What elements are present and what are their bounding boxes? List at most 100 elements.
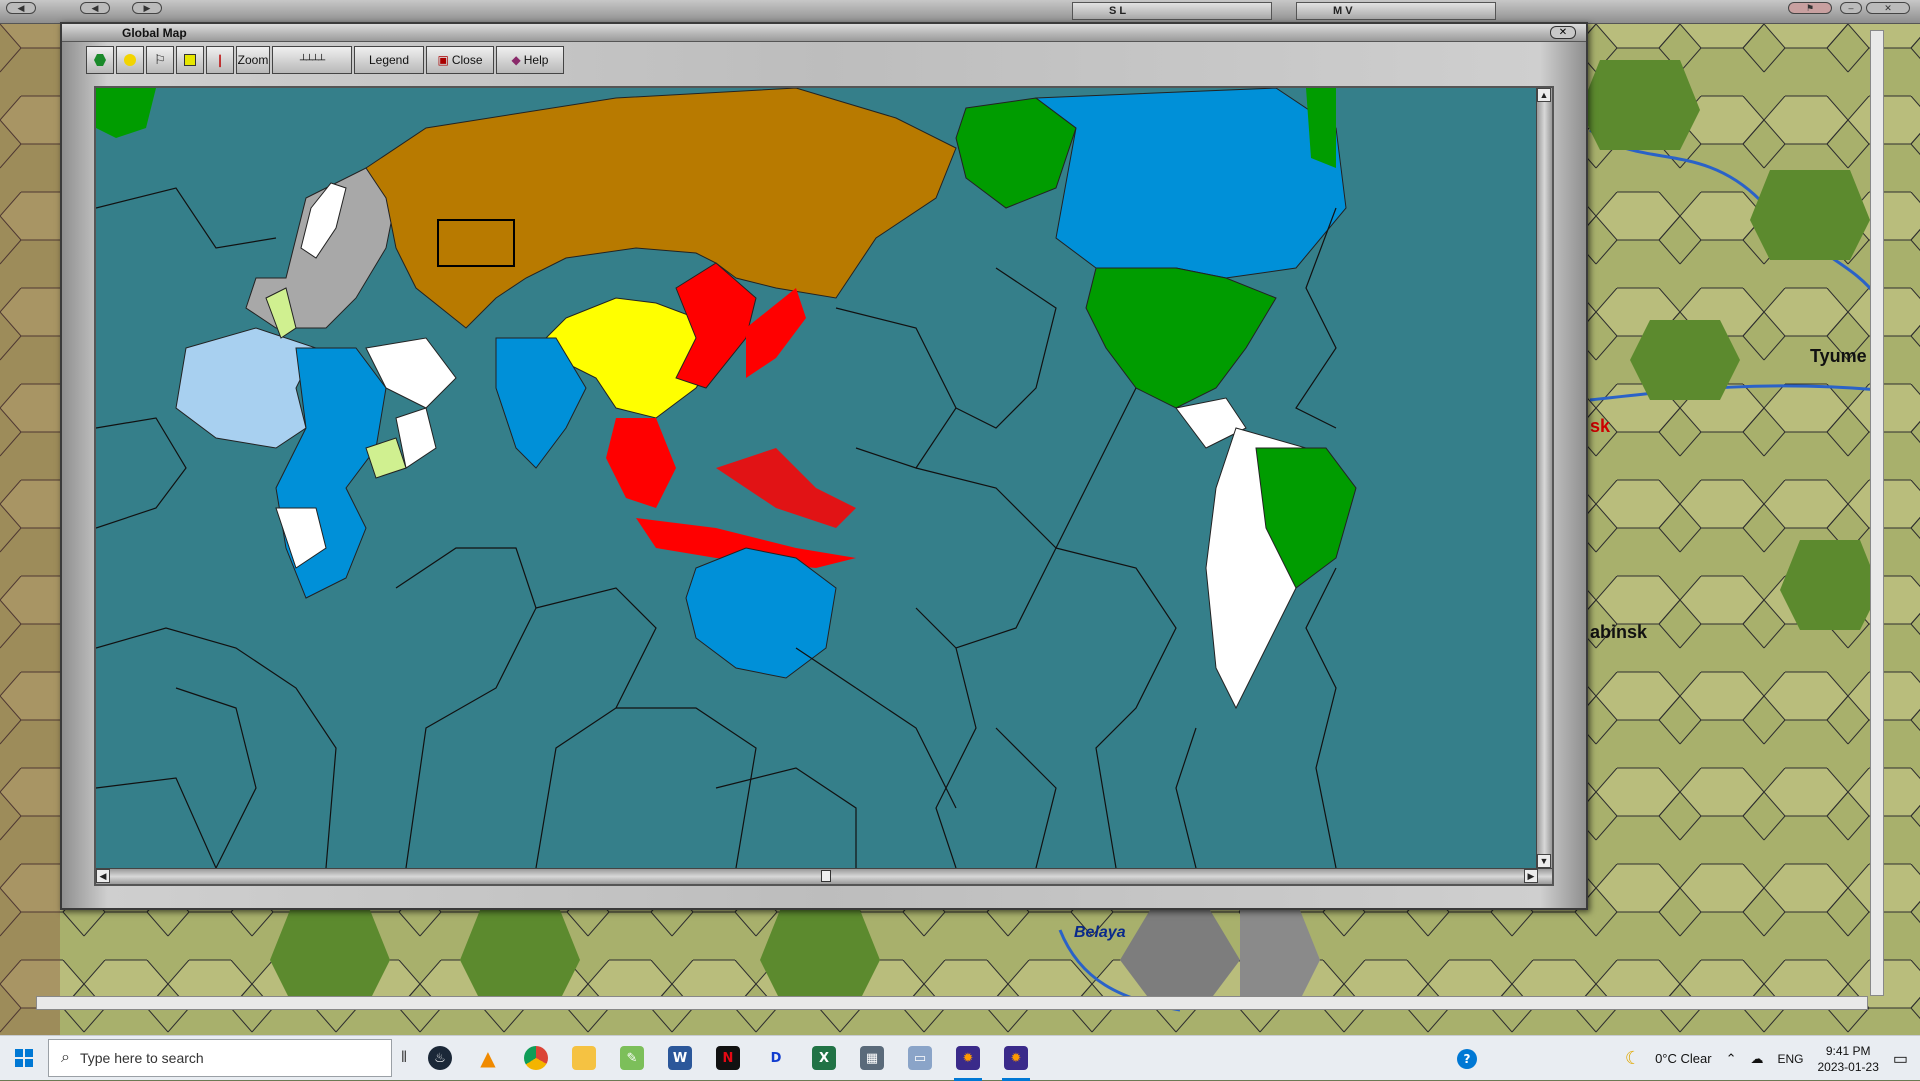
world-map[interactable]: [96, 88, 1536, 868]
window-title: Global Map: [62, 24, 1586, 42]
close-button[interactable]: ▣ Close: [426, 46, 494, 74]
main-vertical-scrollbar[interactable]: [1870, 30, 1884, 996]
system-tray: ? ☾ 0°C Clear ⌃ ☁ ENG 9:41 PM 2023-01-23…: [1456, 1036, 1920, 1081]
unit-counter-icon: [184, 54, 196, 66]
game-flame-icon-2: ✹: [1004, 1046, 1028, 1070]
toolbar-hex-button[interactable]: [86, 46, 114, 74]
taskbar-app-chrome[interactable]: [512, 1036, 560, 1081]
taskbar-app-netflix[interactable]: N: [704, 1036, 752, 1081]
taskbar-search-box[interactable]: ⌕ Type here to search: [48, 1039, 392, 1077]
window-close-icon[interactable]: ✕: [1550, 26, 1576, 39]
moon-weather-icon: ☾: [1624, 1048, 1642, 1068]
strip-knob-left-3[interactable]: ▶: [132, 2, 162, 14]
hexagon-icon: [94, 54, 106, 66]
region-ussr: [365, 88, 957, 329]
map-horizontal-scrollbar[interactable]: ◀ ▶: [96, 868, 1552, 884]
clock[interactable]: 9:41 PM 2023-01-23: [1817, 1043, 1878, 1075]
taskbar-app-steam[interactable]: ♨: [416, 1036, 464, 1081]
scroll-up-icon[interactable]: ▲: [1537, 88, 1551, 102]
strip-knob-left-2[interactable]: ◀: [80, 2, 110, 14]
minimize-icon[interactable]: –: [1840, 2, 1862, 14]
ruler-icon: ┴┴┴┴: [299, 54, 325, 66]
clock-date: 2023-01-23: [1817, 1059, 1879, 1074]
map-vertical-scrollbar[interactable]: ▲ ▼: [1536, 88, 1552, 868]
clock-time: 9:41 PM: [1825, 1043, 1871, 1058]
taskbar-app-game-editor[interactable]: ▭: [896, 1036, 944, 1081]
chrome-icon: [524, 1046, 548, 1070]
region-japan-pacific: [716, 448, 856, 528]
strip-knob-left[interactable]: ◀: [6, 2, 36, 14]
toolbar-supply-button[interactable]: ❘: [206, 46, 234, 74]
top-chrome-strip: ◀ ◀ ▶ S L M V ⚑ – ✕: [0, 0, 1920, 24]
taskbar-app-excel[interactable]: X: [800, 1036, 848, 1081]
help-label: Help: [523, 53, 549, 67]
taskbar-app-word[interactable]: W: [656, 1036, 704, 1081]
zoom-label: Zoom: [237, 53, 269, 67]
thermometer-icon: ❘: [214, 53, 226, 67]
notifications-icon[interactable]: ▭: [1893, 1049, 1908, 1069]
global-map-window: Global Map ✕ ⚐ ❘ Zoom ┴┴┴┴ Legend ▣ Clos…: [60, 22, 1588, 910]
help-tips-icon[interactable]: ?: [1456, 1048, 1477, 1069]
taskbar-app-vlc[interactable]: ▲: [464, 1036, 512, 1081]
scroll-left-icon[interactable]: ◀: [96, 869, 110, 883]
help-book-icon: ◆: [511, 53, 521, 67]
weather-text[interactable]: 0°C Clear: [1655, 1051, 1712, 1066]
scroll-down-icon[interactable]: ▼: [1537, 854, 1551, 868]
panel-sl-label: S L: [1109, 5, 1127, 17]
folder-icon: [572, 1046, 596, 1070]
flag-icon[interactable]: ⚑: [1788, 2, 1832, 14]
city-label: abinsk: [1590, 622, 1648, 642]
excel-icon: X: [812, 1046, 836, 1070]
editor-window-icon: ▭: [908, 1046, 932, 1070]
notepad-icon: ✎: [620, 1046, 644, 1070]
flag-outline-icon: ⚐: [154, 52, 166, 67]
panel-sl[interactable]: S L: [1072, 2, 1272, 20]
steam-icon: ♨: [428, 1046, 452, 1070]
taskbar-app-disney[interactable]: D: [752, 1036, 800, 1081]
map-toolbar: ⚐ ❘ Zoom ┴┴┴┴ Legend ▣ Close ◆ Help: [86, 46, 564, 76]
city-label: Tyume: [1810, 346, 1867, 366]
toolbar-weather-button[interactable]: [116, 46, 144, 74]
region-canada: [1034, 88, 1347, 279]
network-icon[interactable]: ☁: [1750, 1051, 1763, 1067]
netflix-icon: N: [716, 1046, 740, 1070]
panel-mv-label: M V: [1333, 5, 1353, 17]
calculator-icon: ▦: [860, 1046, 884, 1070]
taskbar-app-file-explorer[interactable]: [560, 1036, 608, 1081]
toolbar-unit-button[interactable]: [176, 46, 204, 74]
game-flame-icon: ✹: [956, 1046, 980, 1070]
city-label: sk: [1590, 416, 1611, 436]
help-button[interactable]: ◆ Help: [496, 46, 564, 74]
region-japan-indochina: [606, 418, 676, 508]
legend-label: Legend: [368, 53, 410, 67]
search-icon: ⌕: [61, 1049, 70, 1066]
close-door-icon: ▣: [437, 53, 449, 67]
windows-taskbar: ⌕ Type here to search ‖ ♨ ▲ ✎ W N D X ▦ …: [0, 1035, 1920, 1081]
zoom-button[interactable]: Zoom: [236, 46, 270, 74]
region-africa-french: [175, 327, 317, 449]
scroll-thumb[interactable]: [821, 870, 831, 882]
taskbar-app-notepad[interactable]: ✎: [608, 1036, 656, 1081]
search-placeholder: Type here to search: [79, 1050, 204, 1066]
word-icon: W: [668, 1046, 692, 1070]
ruler-button[interactable]: ┴┴┴┴: [272, 46, 352, 74]
task-view-button[interactable]: ‖: [392, 1036, 416, 1081]
task-view-icon: ‖: [400, 1049, 408, 1066]
language-indicator[interactable]: ENG: [1777, 1052, 1803, 1066]
windows-logo-icon: [15, 1049, 33, 1067]
global-map-panel[interactable]: ▲ ▼ ◀ ▶: [94, 86, 1554, 886]
legend-button[interactable]: Legend: [354, 46, 424, 74]
taskbar-app-war-in-europe[interactable]: ✹: [944, 1036, 992, 1081]
close-app-icon[interactable]: ✕: [1866, 2, 1910, 14]
region-usa: [1085, 267, 1277, 409]
taskbar-app-calculator[interactable]: ▦: [848, 1036, 896, 1081]
toolbar-flag-button[interactable]: ⚐: [146, 46, 174, 74]
city-label: Belaya: [1074, 924, 1126, 941]
chevron-up-icon[interactable]: ⌃: [1726, 1051, 1737, 1067]
vlc-cone-icon: ▲: [480, 1046, 496, 1070]
start-button[interactable]: [0, 1036, 48, 1081]
panel-mv[interactable]: M V: [1296, 2, 1496, 20]
scroll-right-icon[interactable]: ▶: [1524, 869, 1538, 883]
taskbar-app-war-in-pacific[interactable]: ✹: [992, 1036, 1040, 1081]
main-horizontal-scrollbar[interactable]: [36, 996, 1868, 1010]
